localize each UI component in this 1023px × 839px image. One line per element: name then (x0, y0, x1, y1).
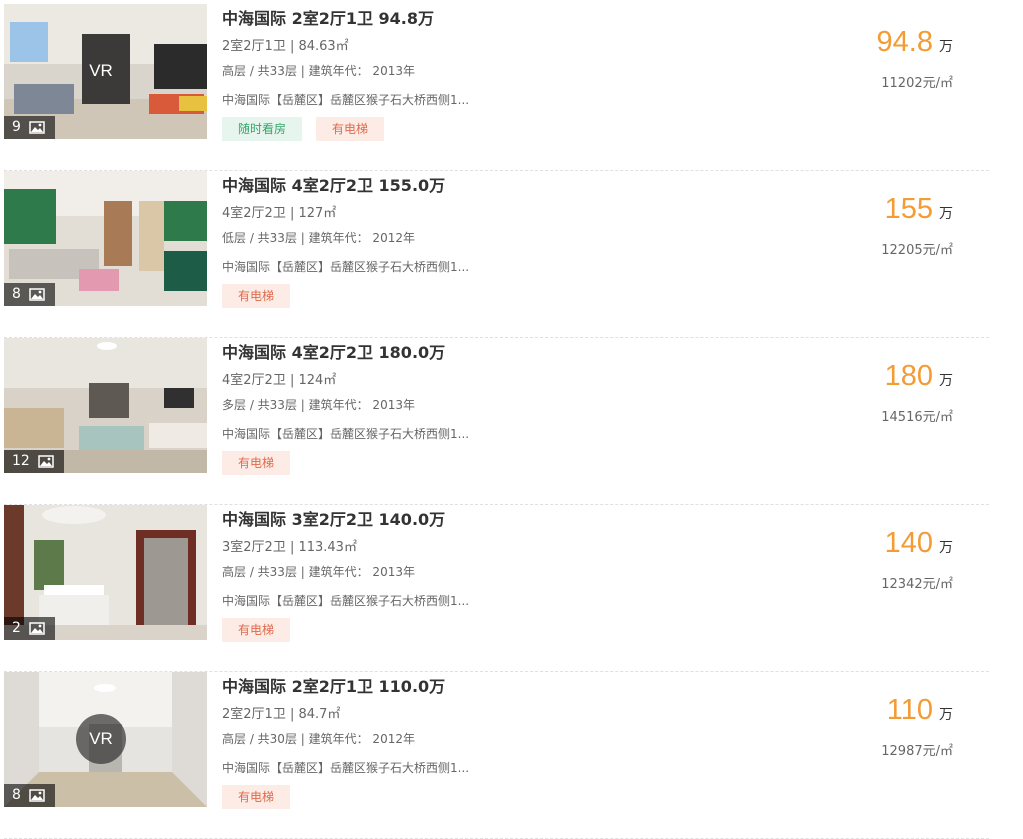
tag-anytime-viewing: 随时看房 (222, 117, 303, 141)
image-icon (29, 789, 45, 802)
listing-title[interactable]: 中海国际 2室2厅1卫 94.8万 (222, 5, 434, 29)
listing-title[interactable]: 中海国际 2室2厅1卫 110.0万 (222, 673, 445, 697)
listing-item[interactable]: VR 9 中海国际 2室2厅1卫 94.8万 2室2厅1卫 | 84.63㎡ 高… (4, 4, 989, 171)
unit-price: 12987元/㎡ (881, 744, 953, 759)
tag-list: 有电梯 (222, 785, 291, 809)
total-price: 140 万 (885, 527, 953, 560)
unit-price: 14516元/㎡ (881, 410, 953, 425)
price-unit: 万 (939, 39, 953, 55)
price-unit: 万 (939, 373, 953, 389)
total-price-value: 155 (884, 193, 933, 225)
tag-elevator: 有电梯 (222, 618, 291, 642)
price-unit: 万 (939, 206, 953, 222)
vr-badge[interactable]: VR (76, 714, 126, 764)
listing-item[interactable]: 8 中海国际 4室2厅2卫 155.0万 4室2厅2卫 | 127㎡ 低层 / … (4, 171, 989, 338)
unit-price: 11202元/㎡ (881, 76, 953, 91)
tag-elevator: 有电梯 (222, 284, 291, 308)
unit-price: 12205元/㎡ (881, 243, 953, 258)
listing-list: VR 9 中海国际 2室2厅1卫 94.8万 2室2厅1卫 | 84.63㎡ 高… (0, 0, 1023, 839)
address-link[interactable]: 中海国际【岳麓区】岳麓区猴子石大桥西侧1... (222, 759, 469, 776)
vr-badge[interactable]: VR (76, 46, 126, 96)
address-link[interactable]: 中海国际【岳麓区】岳麓区猴子石大桥西侧1... (222, 592, 469, 609)
total-price-value: 94.8 (876, 26, 933, 58)
photo-count-badge: 2 (4, 617, 55, 640)
unit-price: 12342元/㎡ (881, 577, 953, 592)
price-unit: 万 (939, 540, 953, 556)
house-info: 4室2厅2卫 | 124㎡ (222, 373, 337, 388)
photo-count-badge: 8 (4, 784, 55, 807)
total-price: 110 万 (887, 694, 953, 727)
listing-photo[interactable]: VR 8 (4, 672, 207, 807)
listing-item[interactable]: 12 中海国际 4室2厅2卫 180.0万 4室2厅2卫 | 124㎡ 多层 /… (4, 338, 989, 505)
listing-photo[interactable]: 2 (4, 505, 207, 640)
photo-count: 12 (12, 453, 30, 469)
house-info: 4室2厅2卫 | 127㎡ (222, 206, 337, 221)
tag-elevator: 有电梯 (222, 451, 291, 475)
tag-list: 有电梯 (222, 451, 291, 475)
listing-photo[interactable]: VR 9 (4, 4, 207, 139)
floor-info: 高层 / 共33层 | 建筑年代： 2013年 (222, 64, 415, 78)
image-icon (29, 622, 45, 635)
photo-count: 8 (12, 286, 21, 302)
total-price: 180 万 (885, 360, 953, 393)
tag-list: 随时看房 有电梯 (222, 117, 385, 141)
floor-info: 低层 / 共33层 | 建筑年代： 2012年 (222, 231, 415, 245)
house-info: 2室2厅1卫 | 84.7㎡ (222, 707, 341, 722)
image-icon (38, 455, 54, 468)
photo-count: 9 (12, 119, 21, 135)
listing-title[interactable]: 中海国际 3室2厅2卫 140.0万 (222, 506, 445, 530)
address-link[interactable]: 中海国际【岳麓区】岳麓区猴子石大桥西侧1... (222, 425, 469, 442)
total-price: 155 万 (885, 193, 953, 226)
photo-count: 8 (12, 787, 21, 803)
listing-item[interactable]: VR 8 中海国际 2室2厅1卫 110.0万 2室2厅1卫 | 84.7㎡ 高… (4, 672, 989, 839)
photo-count-badge: 9 (4, 116, 55, 139)
floor-info: 高层 / 共33层 | 建筑年代： 2013年 (222, 565, 415, 579)
photo-count-badge: 8 (4, 283, 55, 306)
price-unit: 万 (939, 707, 953, 723)
image-icon (29, 121, 45, 134)
floor-info: 高层 / 共30层 | 建筑年代： 2012年 (222, 732, 415, 746)
photo-count-badge: 12 (4, 450, 64, 473)
listing-photo[interactable]: 8 (4, 171, 207, 306)
floor-info: 多层 / 共33层 | 建筑年代： 2013年 (222, 398, 415, 412)
tag-list: 有电梯 (222, 284, 291, 308)
address-link[interactable]: 中海国际【岳麓区】岳麓区猴子石大桥西侧1... (222, 258, 469, 275)
total-price: 94.8 万 (877, 26, 953, 59)
total-price-value: 140 (884, 527, 933, 559)
listing-title[interactable]: 中海国际 4室2厅2卫 155.0万 (222, 172, 445, 196)
total-price-value: 110 (886, 694, 933, 726)
image-icon (29, 288, 45, 301)
tag-elevator: 有电梯 (222, 785, 291, 809)
tag-list: 有电梯 (222, 618, 291, 642)
tag-elevator: 有电梯 (316, 117, 385, 141)
listing-photo[interactable]: 12 (4, 338, 207, 473)
address-link[interactable]: 中海国际【岳麓区】岳麓区猴子石大桥西侧1... (222, 91, 469, 108)
total-price-value: 180 (884, 360, 933, 392)
photo-count: 2 (12, 620, 21, 636)
house-info: 3室2厅2卫 | 113.43㎡ (222, 540, 357, 555)
listing-item[interactable]: 2 中海国际 3室2厅2卫 140.0万 3室2厅2卫 | 113.43㎡ 高层… (4, 505, 989, 672)
listing-title[interactable]: 中海国际 4室2厅2卫 180.0万 (222, 339, 445, 363)
house-info: 2室2厅1卫 | 84.63㎡ (222, 39, 349, 54)
